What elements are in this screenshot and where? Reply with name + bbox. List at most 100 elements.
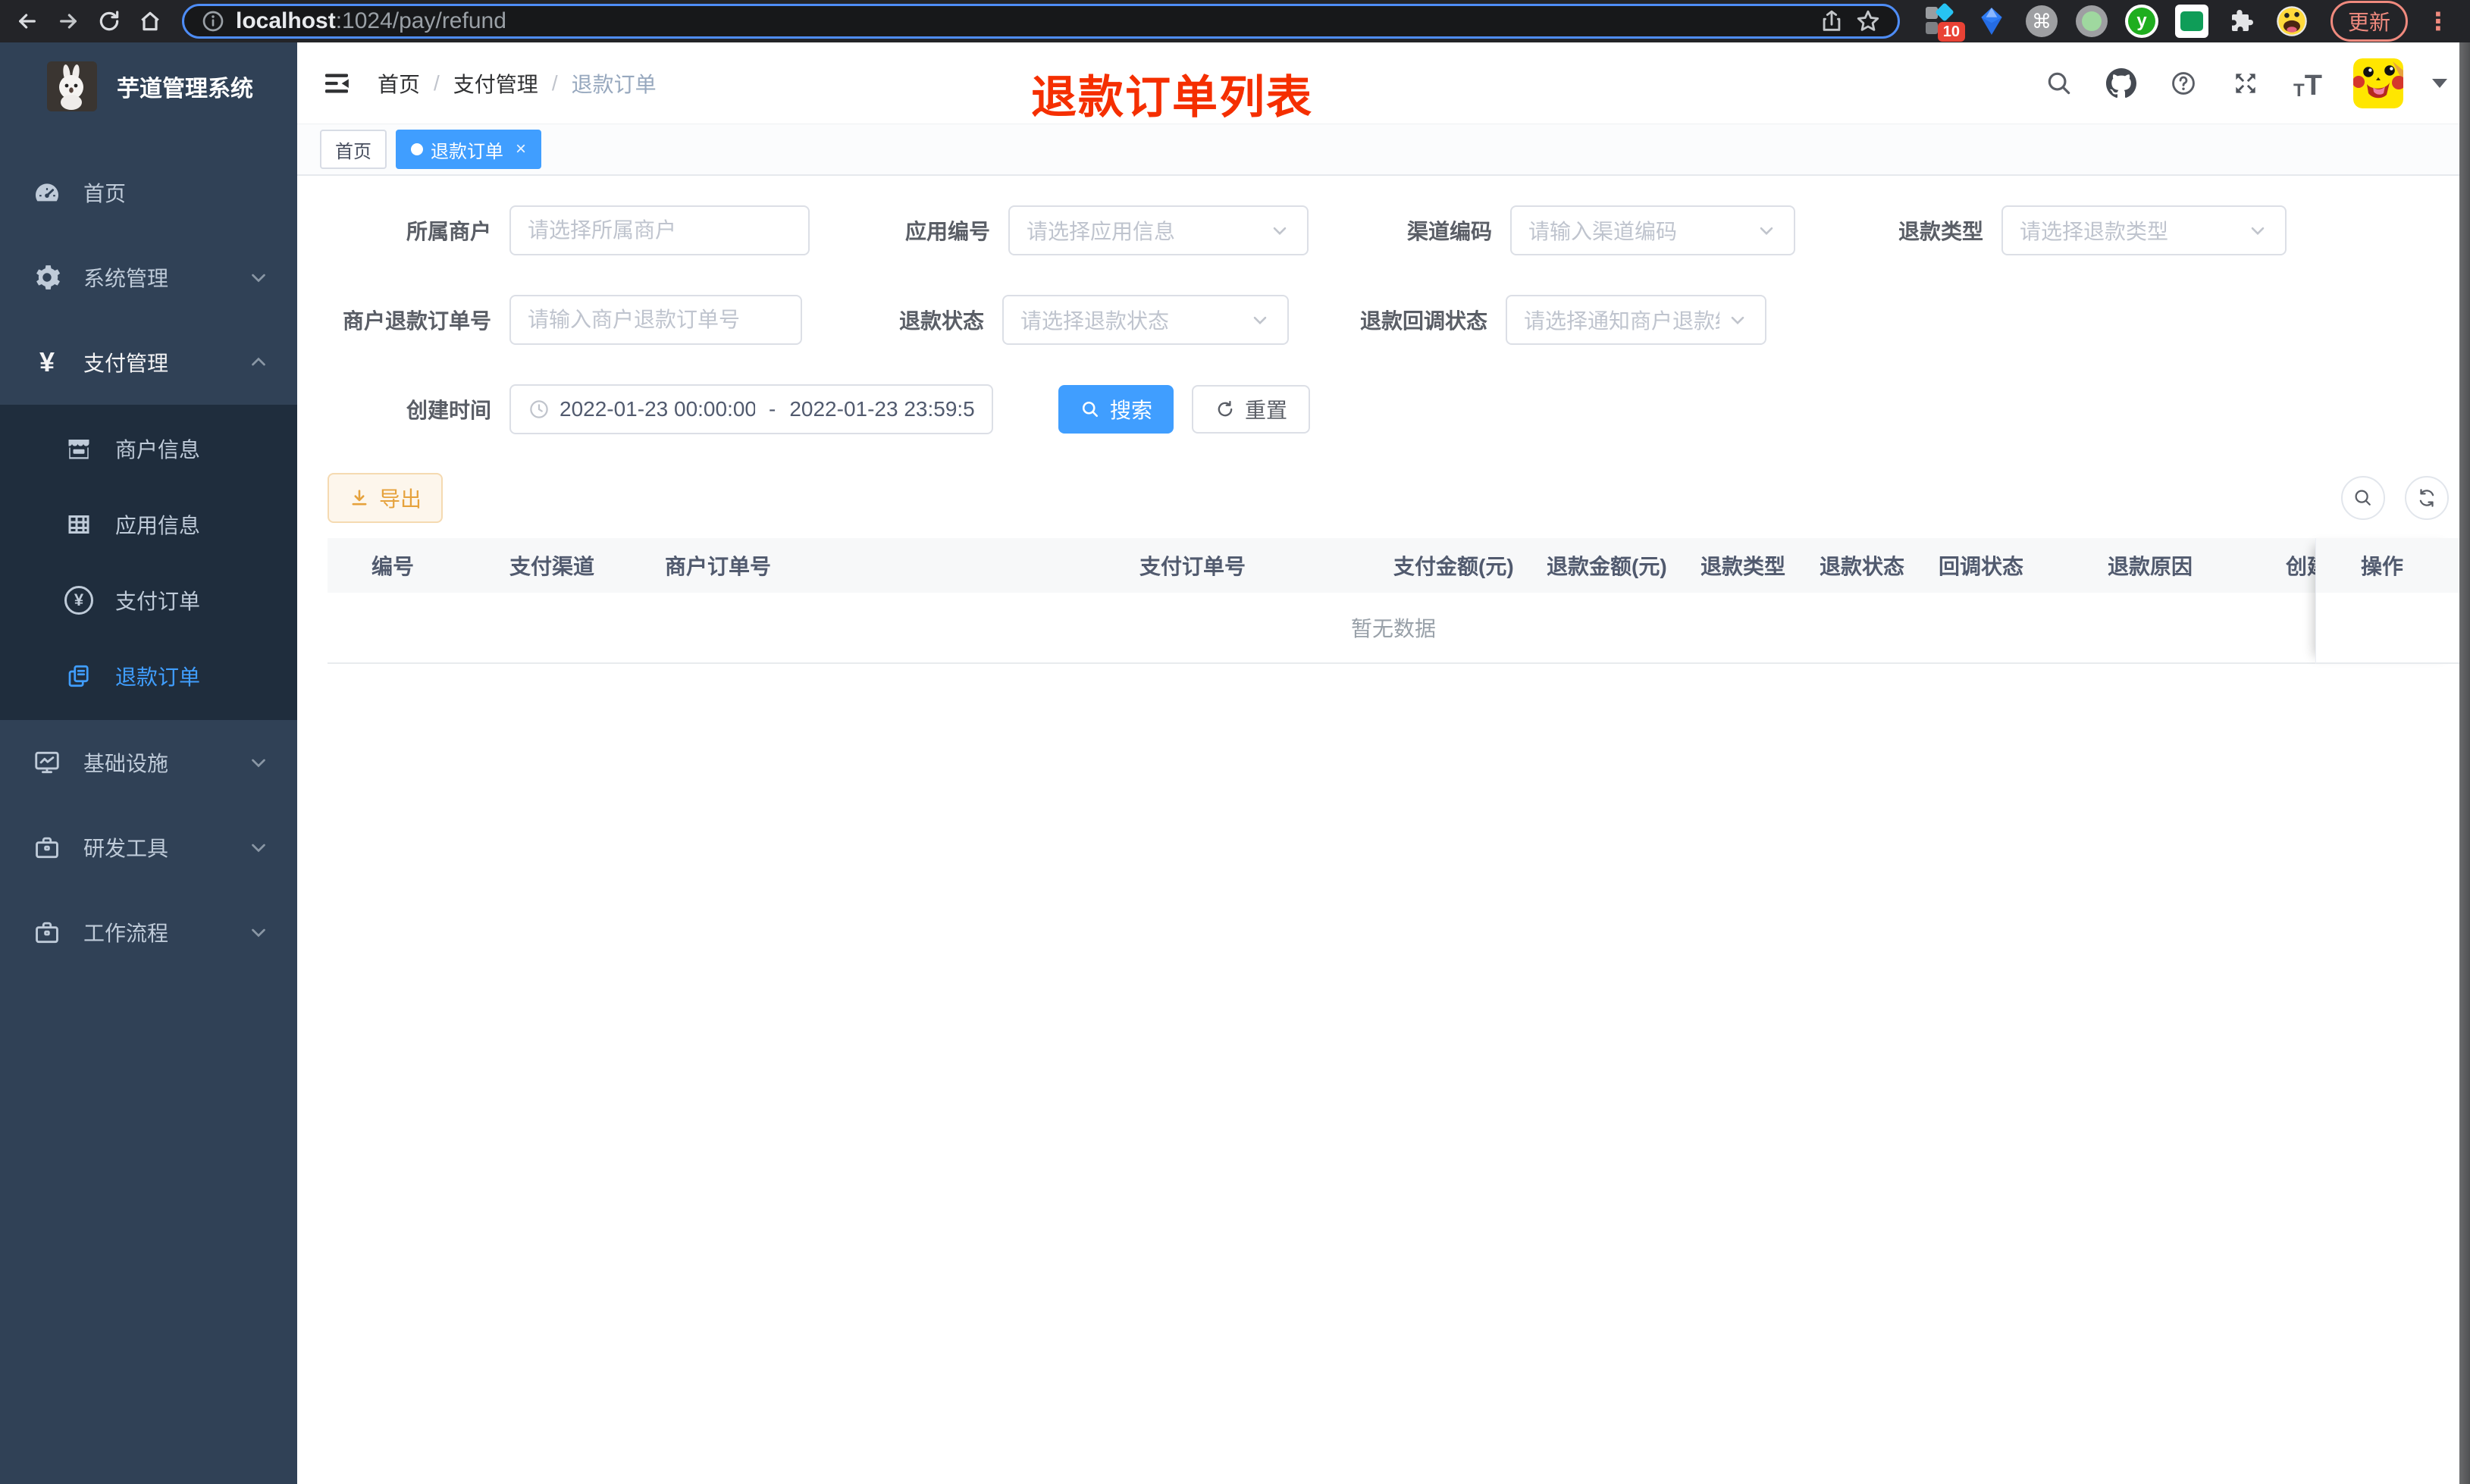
breadcrumb-payment[interactable]: 支付管理: [453, 68, 538, 99]
sidebar-logo-row[interactable]: 芋道管理系统: [0, 42, 297, 130]
browser-reload-icon[interactable]: [92, 5, 126, 38]
user-avatar[interactable]: [2353, 58, 2403, 108]
sidebar-item-label: 商户信息: [115, 438, 201, 462]
browser-menu-icon[interactable]: ⋮: [2426, 7, 2450, 36]
breadcrumb-home[interactable]: 首页: [378, 68, 420, 99]
date-start-value[interactable]: 2022-01-23 00:00:00: [560, 397, 755, 421]
chevron-down-icon: [2247, 220, 2268, 241]
gear-icon: [30, 263, 64, 292]
command-glyph: ⌘: [2032, 9, 2052, 33]
sidebar-collapse-icon[interactable]: [320, 67, 353, 100]
column-header: 商户订单号: [665, 555, 772, 578]
github-icon[interactable]: [2105, 67, 2138, 100]
refund-status-select[interactable]: 请选择退款状态: [1002, 295, 1289, 345]
browser-update-button[interactable]: 更新: [2331, 1, 2409, 42]
tag-label: 退款订单: [431, 141, 503, 162]
channel-select[interactable]: 请输入渠道编码: [1510, 205, 1795, 255]
fullscreen-icon[interactable]: [2229, 67, 2262, 100]
sidebar-item-label: 研发工具: [83, 837, 169, 860]
column-header: 支付渠道: [509, 555, 595, 578]
reset-button-label: 重置: [1245, 399, 1288, 422]
sidebar-item-workflow[interactable]: 工作流程: [0, 890, 297, 975]
clock-icon: [528, 398, 550, 421]
reset-button[interactable]: 重置: [1192, 385, 1311, 434]
column-header: 创建时间: [2286, 555, 2315, 578]
sidebar-item-app-info[interactable]: 应用信息: [0, 487, 297, 562]
callback-status-select[interactable]: 请选择通知商户退款结果的: [1506, 295, 1766, 345]
sidebar-item-merchant-info[interactable]: 商户信息: [0, 411, 297, 487]
extension-command-icon[interactable]: ⌘: [2024, 4, 2059, 39]
search-button[interactable]: 搜索: [1058, 385, 1174, 434]
tag-close-icon[interactable]: ×: [516, 139, 526, 160]
sidebar-item-label: 基础设施: [83, 752, 169, 775]
sidebar-item-label: 支付订单: [115, 590, 201, 613]
browser-forward-icon[interactable]: [52, 5, 85, 38]
merchant-input[interactable]: [509, 205, 810, 255]
extension-y-icon[interactable]: y: [2124, 4, 2159, 39]
app-select[interactable]: 请选择应用信息: [1008, 205, 1309, 255]
green-dot: [2082, 11, 2102, 31]
extension-clipboard-icon[interactable]: 10: [1924, 2, 1965, 42]
site-info-icon[interactable]: [201, 9, 225, 33]
extension-gem-icon[interactable]: [1974, 4, 2009, 39]
breadcrumb-separator: /: [551, 70, 558, 95]
sidebar-item-home[interactable]: 首页: [0, 150, 297, 235]
filter-row-1: 所属商户 应用编号 请选择应用信息 渠道编码 请输入渠道编码 退款类型 请选择退…: [328, 205, 2459, 256]
filter-label: 退款类型: [1898, 220, 1983, 243]
yen-circle-icon: ¥: [64, 586, 94, 615]
sidebar-item-label: 应用信息: [115, 514, 201, 537]
extension-chat-icon[interactable]: [2174, 4, 2209, 39]
sidebar-item-dev-tools[interactable]: 研发工具: [0, 805, 297, 890]
page-scrollbar[interactable]: [2459, 42, 2470, 1484]
select-placeholder: 请输入渠道编码: [1528, 220, 1678, 243]
create-time-range-picker[interactable]: 2022-01-23 00:00:00 - 2022-01-23 23:59:5…: [509, 384, 993, 434]
sidebar-item-infrastructure[interactable]: 基础设施: [0, 720, 297, 805]
filter-label: 应用编号: [904, 220, 990, 243]
refresh-button[interactable]: [2405, 476, 2449, 520]
chevron-down-icon: [247, 921, 270, 944]
tag-label: 首页: [335, 141, 371, 162]
table-toolbar: 导出: [328, 473, 2459, 523]
show-search-toggle-button[interactable]: [2341, 476, 2385, 520]
refund-type-select[interactable]: 请选择退款类型: [2001, 205, 2287, 255]
column-header: 退款金额(元): [1547, 555, 1667, 578]
app-title: 芋道管理系统: [117, 77, 253, 102]
briefcase-icon: [30, 833, 64, 862]
address-bar[interactable]: localhost:1024/pay/refund: [182, 4, 1900, 39]
filter-row-3: 创建时间 2022-01-23 00:00:00 - 2022-01-23 23…: [328, 384, 2459, 435]
sidebar-item-pay-order[interactable]: ¥ 支付订单: [0, 562, 297, 638]
app-logo: [47, 61, 97, 111]
search-icon[interactable]: [2042, 67, 2076, 100]
sidebar-item-payment[interactable]: ¥ 支付管理: [0, 320, 297, 405]
merchant-refund-no-input[interactable]: [509, 295, 802, 345]
document-copy-icon: [64, 662, 94, 690]
export-button[interactable]: 导出: [328, 473, 444, 523]
page-title-annotation: 退款订单列表: [1031, 72, 1313, 123]
extension-green-dot-icon[interactable]: [2074, 4, 2109, 39]
tag-active-dot: [411, 143, 423, 155]
sidebar: 芋道管理系统 首页 系统管理 ¥ 支付管理 商户信息 应用信息 ¥ 支付订单 退…: [0, 42, 297, 1484]
select-placeholder: 请选择退款类型: [2020, 220, 2169, 243]
tag-refund-order[interactable]: 退款订单 ×: [396, 130, 542, 169]
filter-label: 退款状态: [898, 309, 984, 333]
avatar-caret-icon[interactable]: [2432, 78, 2447, 95]
url-text[interactable]: localhost:1024/pay/refund: [236, 8, 1808, 34]
column-header: 回调状态: [1939, 555, 2024, 578]
tag-home[interactable]: 首页: [320, 130, 387, 169]
navbar-actions: TT: [2042, 58, 2447, 108]
extension-emoji-icon[interactable]: [2274, 4, 2309, 39]
sidebar-item-system[interactable]: 系统管理: [0, 235, 297, 320]
bookmark-star-icon[interactable]: [1855, 8, 1881, 34]
share-icon[interactable]: [1819, 8, 1845, 34]
extensions-puzzle-icon[interactable]: [2224, 4, 2259, 39]
table-tools: [2341, 476, 2459, 520]
font-size-icon[interactable]: TT: [2291, 67, 2324, 100]
browser-home-icon[interactable]: [133, 5, 167, 38]
extensions-strip: 10 ⌘ y 更新 ⋮: [1924, 1, 2453, 42]
sidebar-item-label: 支付管理: [83, 352, 169, 375]
help-icon[interactable]: [2167, 67, 2200, 100]
date-end-value[interactable]: 2022-01-23 23:59:59: [789, 397, 976, 421]
sidebar-item-refund-order[interactable]: 退款订单: [0, 638, 297, 714]
shop-icon: [64, 435, 94, 462]
browser-back-icon[interactable]: [11, 5, 44, 38]
